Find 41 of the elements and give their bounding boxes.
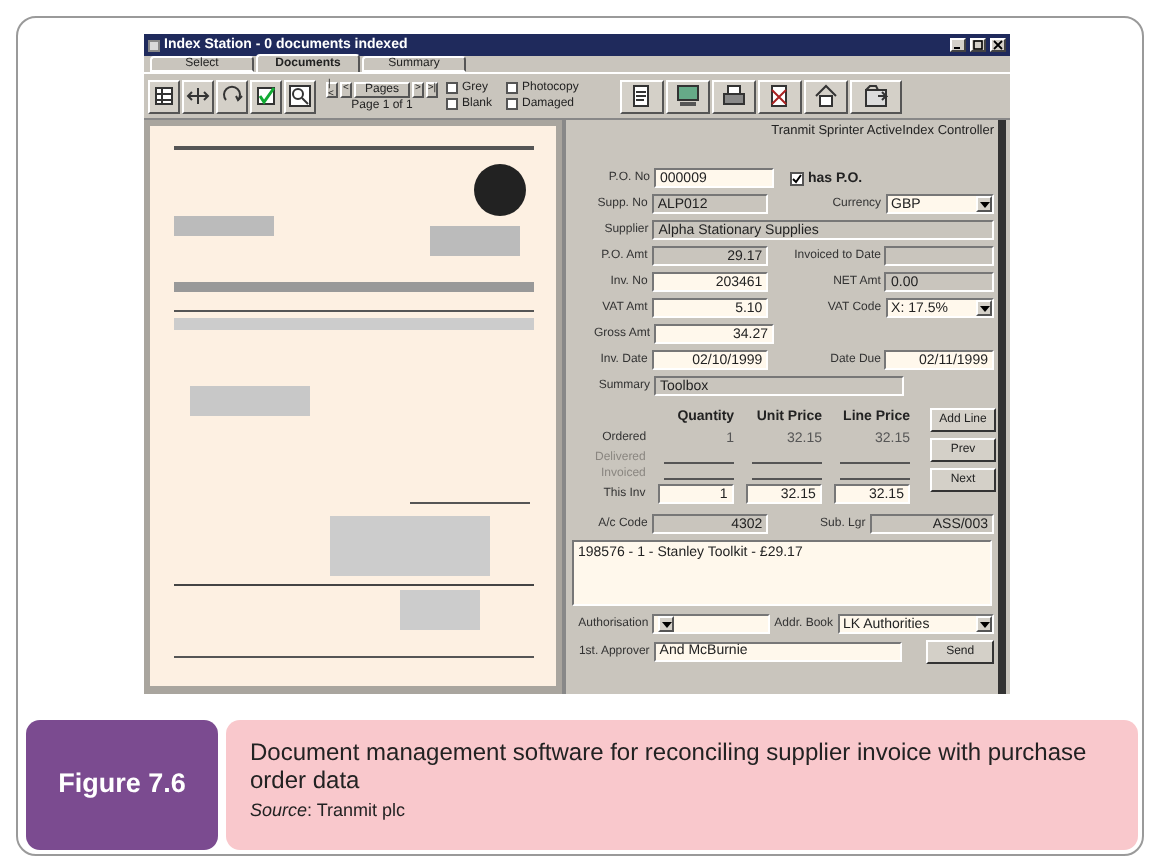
dropdown[interactable] <box>652 614 771 634</box>
toolbar-button[interactable] <box>182 79 214 113</box>
toolbar-button[interactable] <box>666 79 710 113</box>
close-button[interactable] <box>990 38 1006 52</box>
printer-icon <box>722 84 746 108</box>
checkbox[interactable] <box>446 98 458 110</box>
dropdown-arrow-icon <box>979 305 989 311</box>
toolbar-button[interactable] <box>216 79 248 113</box>
grid-icon <box>152 84 176 108</box>
toolbar-button[interactable] <box>758 79 802 113</box>
source-note: Source: Tranmit plc <box>250 798 408 824</box>
toolbar-button[interactable] <box>148 79 180 113</box>
delete-document-icon <box>768 84 792 108</box>
toolbar-button[interactable] <box>804 79 848 113</box>
caption-text: Document management software for reconciling supplier invoice with purchase order data <box>250 738 1089 794</box>
dropdown-arrow-icon <box>661 621 672 627</box>
zoom-icon <box>288 84 312 108</box>
folder-icon <box>864 84 888 108</box>
dropdown-arrow-icon <box>979 201 989 207</box>
toolbar-button[interactable] <box>284 79 316 113</box>
checkmark-icon <box>254 84 278 108</box>
minimize-button[interactable] <box>950 38 966 52</box>
toolbar-button[interactable] <box>250 79 282 113</box>
readonly-field <box>884 246 994 266</box>
figure-label: Figure 7.6 <box>26 720 218 850</box>
toolbar-button[interactable] <box>850 79 902 113</box>
arrows-icon <box>186 84 210 108</box>
app-icon <box>148 39 160 51</box>
house-icon <box>814 84 838 108</box>
checkbox[interactable] <box>446 82 458 94</box>
checkbox[interactable] <box>790 171 804 185</box>
dropdown-arrow-icon <box>979 621 989 627</box>
document-icon <box>630 84 654 108</box>
toolbar-button[interactable] <box>620 79 664 113</box>
checkbox[interactable] <box>506 98 518 110</box>
maximize-button[interactable] <box>970 38 986 52</box>
maximize-icon <box>972 40 984 50</box>
toolbar-button[interactable] <box>712 79 756 113</box>
monitor-icon <box>676 84 700 108</box>
checkbox[interactable] <box>506 82 518 94</box>
close-icon <box>992 40 1004 50</box>
